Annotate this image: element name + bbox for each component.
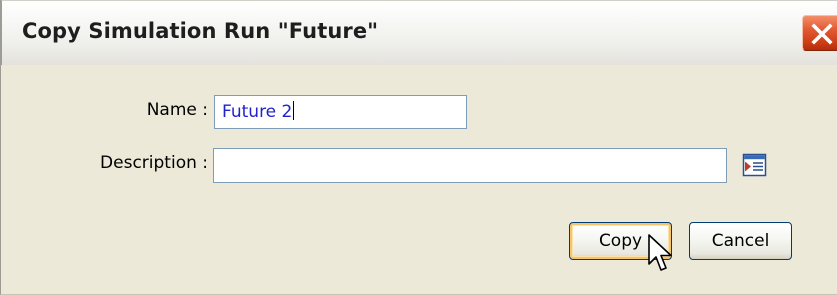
dialog-title: Copy Simulation Run "Future" [22, 19, 379, 43]
cancel-button[interactable]: Cancel [689, 222, 792, 260]
description-label: Description : [100, 153, 208, 173]
name-input-value: Future 2 [222, 102, 293, 122]
copy-button[interactable]: Copy [569, 222, 672, 260]
name-label: Name : [146, 100, 208, 120]
name-input[interactable]: Future 2 [214, 95, 467, 129]
close-button[interactable] [802, 15, 837, 51]
browse-list-icon [742, 153, 767, 177]
description-browse-button[interactable] [741, 151, 769, 179]
title-bar[interactable]: Copy Simulation Run "Future" [1, 0, 837, 65]
close-icon [811, 23, 833, 45]
copy-simulation-run-dialog: Copy Simulation Run "Future" Name : Futu… [0, 0, 837, 295]
description-input[interactable] [213, 148, 727, 183]
text-caret [293, 101, 295, 120]
